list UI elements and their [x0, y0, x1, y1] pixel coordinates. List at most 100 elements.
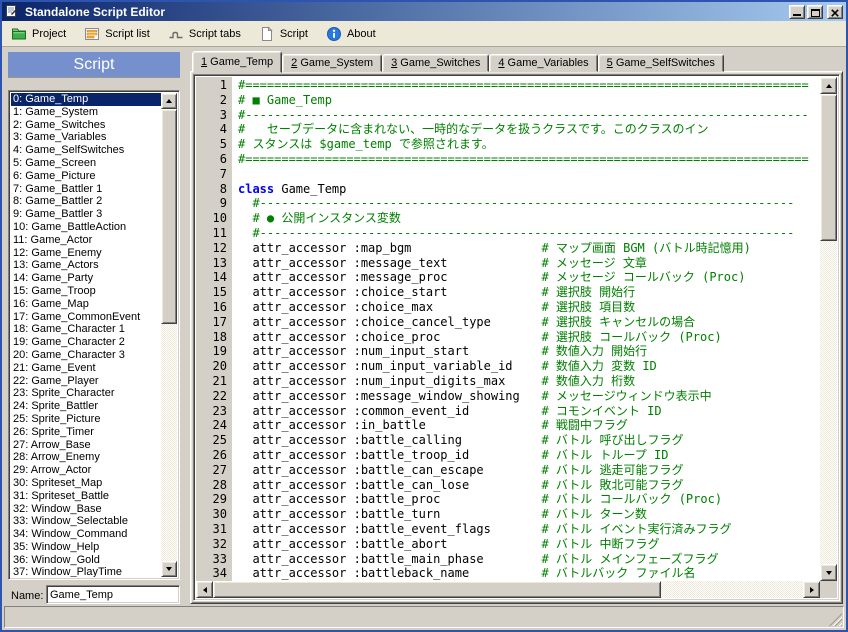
- code-line[interactable]: attr_accessor :message_text # メッセージ 文章: [238, 256, 820, 271]
- code-line[interactable]: attr_accessor :choice_cancel_type # 選択肢 …: [238, 315, 820, 330]
- minimize-button[interactable]: [789, 5, 805, 19]
- list-item[interactable]: 27: Arrow_Base: [11, 439, 161, 452]
- code-line[interactable]: attr_accessor :message_window_showing # …: [238, 389, 820, 404]
- scrollbar-thumb[interactable]: [820, 94, 837, 241]
- code-line[interactable]: attr_accessor :common_event_id # コモンイベント…: [238, 404, 820, 419]
- tab-Game_System[interactable]: 2 Game_System: [282, 54, 382, 72]
- list-item[interactable]: 22: Game_Player: [11, 375, 161, 388]
- about-button[interactable]: About: [322, 24, 380, 44]
- list-item[interactable]: 28: Arrow_Enemy: [11, 451, 161, 464]
- code-line[interactable]: attr_accessor :battle_main_phase # バトル メ…: [238, 552, 820, 567]
- code-line[interactable]: attr_accessor :choice_start # 選択肢 開始行: [238, 285, 820, 300]
- editor-vscrollbar[interactable]: [820, 77, 837, 581]
- code-line[interactable]: attr_accessor :battle_proc # バトル コールバック …: [238, 492, 820, 507]
- scroll-down-button[interactable]: [161, 561, 177, 577]
- list-item[interactable]: 2: Game_Switches: [11, 119, 161, 132]
- scroll-right-button[interactable]: [803, 581, 820, 598]
- list-item[interactable]: 23: Sprite_Character: [11, 387, 161, 400]
- close-button[interactable]: [827, 5, 843, 19]
- resize-grip[interactable]: [829, 613, 842, 626]
- code-line[interactable]: attr_accessor :battle_turn # バトル ターン数: [238, 507, 820, 522]
- script-list-button[interactable]: Script list: [80, 24, 154, 44]
- code-line[interactable]: attr_accessor :num_input_start # 数値入力 開始…: [238, 344, 820, 359]
- tab-Game_Temp[interactable]: 1 Game_Temp: [192, 51, 282, 73]
- code-line[interactable]: [238, 167, 820, 182]
- code-line[interactable]: #---------------------------------------…: [238, 226, 820, 241]
- list-item[interactable]: 4: Game_SelfSwitches: [11, 144, 161, 157]
- list-item[interactable]: 19: Game_Character 2: [11, 336, 161, 349]
- list-item[interactable]: 14: Game_Party: [11, 272, 161, 285]
- code-line[interactable]: # スタンスは $game_temp で参照されます。: [238, 137, 820, 152]
- list-item[interactable]: 13: Game_Actors: [11, 259, 161, 272]
- code-line[interactable]: # ● 公開インスタンス変数: [238, 211, 820, 226]
- code-line[interactable]: attr_accessor :battle_event_flags # バトル …: [238, 522, 820, 537]
- scroll-down-button[interactable]: [820, 564, 837, 581]
- code-line[interactable]: attr_accessor :num_input_digits_max # 数値…: [238, 374, 820, 389]
- code-line[interactable]: #=======================================…: [238, 78, 820, 93]
- code-line[interactable]: attr_accessor :battle_calling # バトル 呼び出し…: [238, 433, 820, 448]
- code-line[interactable]: attr_accessor :message_proc # メッセージ コールバ…: [238, 270, 820, 285]
- maximize-button[interactable]: [807, 5, 823, 19]
- list-item[interactable]: 30: Spriteset_Map: [11, 477, 161, 490]
- scrollbar-thumb[interactable]: [161, 109, 177, 324]
- list-item[interactable]: 11: Game_Actor: [11, 234, 161, 247]
- script-list-scrollbar[interactable]: [161, 93, 177, 577]
- code-line[interactable]: attr_accessor :in_battle # 戦闘中フラグ: [238, 418, 820, 433]
- code-line[interactable]: attr_accessor :num_input_variable_id # 数…: [238, 359, 820, 374]
- code-line[interactable]: attr_accessor :battle_troop_id # バトル トルー…: [238, 448, 820, 463]
- tab-Game_SelfSwitches[interactable]: 5 Game_SelfSwitches: [598, 54, 724, 72]
- code-line[interactable]: # セーブデータに含まれない、一時的なデータを扱うクラスです。このクラスのイン: [238, 122, 820, 137]
- script-button[interactable]: Script: [255, 24, 312, 44]
- list-item[interactable]: 9: Game_Battler 3: [11, 208, 161, 221]
- list-item[interactable]: 12: Game_Enemy: [11, 247, 161, 260]
- code-line[interactable]: # ■ Game_Temp: [238, 93, 820, 108]
- code-line[interactable]: attr_accessor :battle_abort # バトル 中断フラグ: [238, 537, 820, 552]
- tab-Game_Switches[interactable]: 3 Game_Switches: [382, 54, 489, 72]
- scrollbar-thumb[interactable]: [213, 581, 661, 598]
- list-item[interactable]: 18: Game_Character 1: [11, 323, 161, 336]
- list-item[interactable]: 10: Game_BattleAction: [11, 221, 161, 234]
- list-item[interactable]: 26: Sprite_Timer: [11, 426, 161, 439]
- scroll-left-button[interactable]: [196, 581, 213, 598]
- list-item[interactable]: 20: Game_Character 3: [11, 349, 161, 362]
- titlebar[interactable]: Standalone Script Editor: [2, 2, 846, 21]
- code-line[interactable]: class Game_Temp: [238, 182, 820, 197]
- list-item[interactable]: 34: Window_Command: [11, 528, 161, 541]
- code-editor[interactable]: 1234567891011121314151617181920212223242…: [193, 74, 840, 601]
- list-item[interactable]: 0: Game_Temp: [11, 93, 161, 106]
- code-line[interactable]: attr_accessor :map_bgm # マップ画面 BGM (バトル時…: [238, 241, 820, 256]
- project-button[interactable]: Project: [7, 24, 70, 44]
- list-item[interactable]: 7: Game_Battler 1: [11, 183, 161, 196]
- list-item[interactable]: 8: Game_Battler 2: [11, 195, 161, 208]
- code-area[interactable]: #=======================================…: [232, 77, 820, 581]
- list-item[interactable]: 1: Game_System: [11, 106, 161, 119]
- list-item[interactable]: 37: Window_PlayTime: [11, 566, 161, 577]
- code-line[interactable]: #---------------------------------------…: [238, 108, 820, 123]
- list-item[interactable]: 31: Spriteset_Battle: [11, 490, 161, 503]
- script-tabs-button[interactable]: Script tabs: [164, 24, 245, 44]
- list-item[interactable]: 24: Sprite_Battler: [11, 400, 161, 413]
- script-list[interactable]: 0: Game_Temp1: Game_System2: Game_Switch…: [8, 90, 180, 580]
- code-line[interactable]: attr_accessor :battleback_name # バトルバック …: [238, 566, 820, 581]
- list-item[interactable]: 25: Sprite_Picture: [11, 413, 161, 426]
- code-line[interactable]: attr_accessor :battle_can_lose # バトル 敗北可…: [238, 478, 820, 493]
- code-line[interactable]: #=======================================…: [238, 152, 820, 167]
- list-item[interactable]: 29: Arrow_Actor: [11, 464, 161, 477]
- list-item[interactable]: 36: Window_Gold: [11, 554, 161, 567]
- list-item[interactable]: 6: Game_Picture: [11, 170, 161, 183]
- list-item[interactable]: 15: Game_Troop: [11, 285, 161, 298]
- code-line[interactable]: attr_accessor :choice_max # 選択肢 項目数: [238, 300, 820, 315]
- scroll-up-button[interactable]: [161, 93, 177, 109]
- scroll-up-button[interactable]: [820, 77, 837, 94]
- script-name-input[interactable]: [46, 585, 180, 604]
- list-item[interactable]: 17: Game_CommonEvent: [11, 311, 161, 324]
- list-item[interactable]: 5: Game_Screen: [11, 157, 161, 170]
- code-line[interactable]: attr_accessor :choice_proc # 選択肢 コールバック …: [238, 330, 820, 345]
- code-line[interactable]: attr_accessor :battle_can_escape # バトル 逃…: [238, 463, 820, 478]
- list-item[interactable]: 32: Window_Base: [11, 503, 161, 516]
- list-item[interactable]: 33: Window_Selectable: [11, 515, 161, 528]
- list-item[interactable]: 35: Window_Help: [11, 541, 161, 554]
- list-item[interactable]: 16: Game_Map: [11, 298, 161, 311]
- list-item[interactable]: 21: Game_Event: [11, 362, 161, 375]
- tab-Game_Variables[interactable]: 4 Game_Variables: [489, 54, 597, 72]
